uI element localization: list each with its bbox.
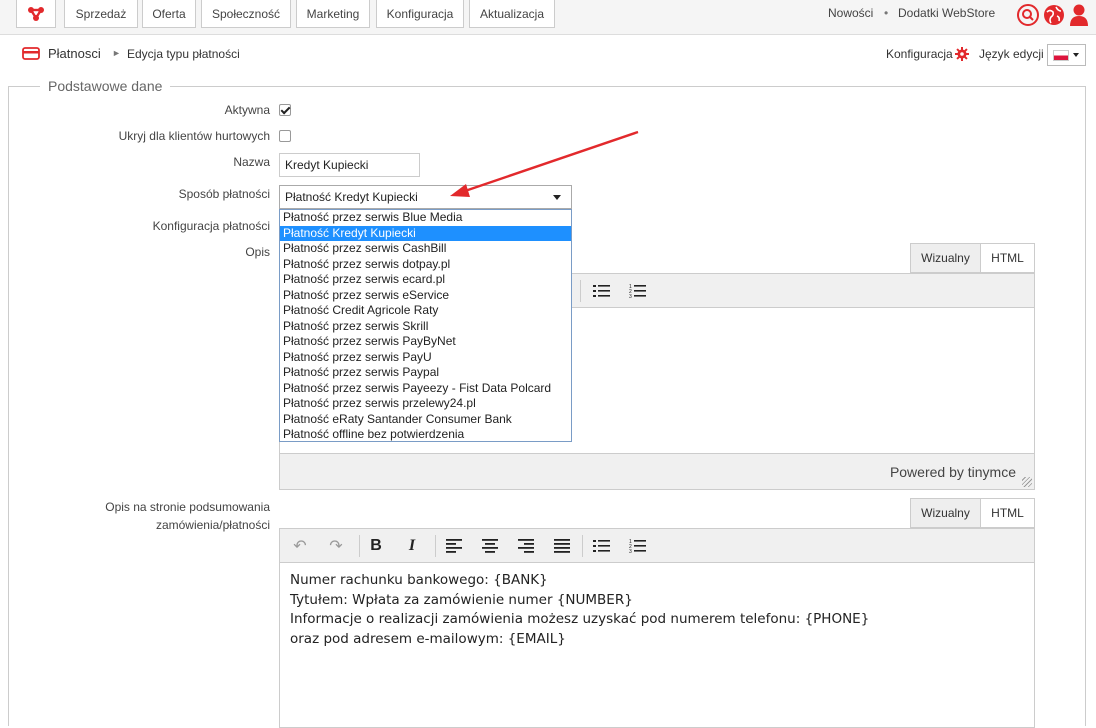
logo-button[interactable] xyxy=(16,0,56,28)
summary-line: Informacje o realizacji zamówienia możes… xyxy=(290,611,870,627)
nav-marketing[interactable]: Marketing xyxy=(296,0,370,28)
dropdown-option[interactable]: Płatność Credit Agricole Raty xyxy=(280,303,571,319)
nav-konfiguracja[interactable]: Konfiguracja xyxy=(376,0,464,28)
dropdown-option[interactable]: Płatność przez serwis dotpay.pl xyxy=(280,257,571,273)
summary-line: oraz pod adresem e-mailowym: {EMAIL} xyxy=(290,630,566,647)
resize-handle[interactable] xyxy=(1022,477,1032,487)
language-select[interactable] xyxy=(1047,44,1086,66)
align-justify-icon[interactable] xyxy=(550,535,574,557)
breadcrumb-page: Edycja typu płatności xyxy=(127,47,240,61)
top-navigation: Sprzedaż Oferta Społeczność Marketing Ko… xyxy=(0,0,1096,35)
dropdown-option[interactable]: Płatność przez serwis eService xyxy=(280,288,571,304)
active-label: Aktywna xyxy=(224,103,270,117)
hide-wholesale-label: Ukryj dla klientów hurtowych xyxy=(118,129,270,143)
dropdown-option[interactable]: Płatność przez serwis PayU xyxy=(280,350,571,366)
italic-icon[interactable]: I xyxy=(400,535,424,557)
config-link[interactable]: Konfiguracja xyxy=(886,47,953,61)
description-label: Opis xyxy=(245,245,270,259)
align-right-icon[interactable] xyxy=(514,535,538,557)
tab-visual[interactable]: Wizualny xyxy=(910,243,980,273)
globe-icon[interactable] xyxy=(1042,3,1066,27)
summary-editor-content[interactable]: Numer rachunku bankowego: {BANK} Tytułem… xyxy=(290,571,869,649)
tab-visual-summary[interactable]: Wizualny xyxy=(910,498,980,528)
redo-icon[interactable]: ↷ xyxy=(324,535,348,557)
tab-html[interactable]: HTML xyxy=(980,243,1035,273)
fieldset-legend: Podstawowe dane xyxy=(40,78,171,94)
dropdown-option[interactable]: Płatność przez serwis Skrill xyxy=(280,319,571,335)
news-link[interactable]: Nowości xyxy=(828,6,873,20)
summary-label-line1: Opis na stronie podsumowania xyxy=(105,500,270,514)
summary-line: Tytułem: Wpłata za zamówienie numer {NUM… xyxy=(290,591,633,608)
align-left-icon[interactable] xyxy=(442,535,466,557)
svg-text:3: 3 xyxy=(629,294,632,299)
nav-sprzedaz[interactable]: Sprzedaż xyxy=(64,0,138,28)
dropdown-option[interactable]: Płatność przez serwis Payeezy - Fist Dat… xyxy=(280,381,571,397)
payment-method-dropdown-list: Płatność przez serwis Blue Media Płatność… xyxy=(279,209,572,442)
language-label: Język edycji xyxy=(979,47,1044,61)
credit-card-icon xyxy=(22,47,40,60)
payment-config-label: Konfiguracja płatności xyxy=(152,219,270,233)
hide-wholesale-checkbox[interactable] xyxy=(279,130,291,142)
dropdown-option[interactable]: Płatność przez serwis ecard.pl xyxy=(280,272,571,288)
name-input[interactable] xyxy=(279,153,420,177)
dropdown-option[interactable]: Płatność przez serwis Paypal xyxy=(280,365,571,381)
summary-label-line2: zamówienia/płatności xyxy=(155,518,270,532)
summary-line: Numer rachunku bankowego: {BANK} xyxy=(290,572,548,588)
user-icon[interactable] xyxy=(1068,3,1090,27)
name-label: Nazwa xyxy=(233,155,270,169)
numbered-list-icon[interactable]: 123 xyxy=(626,280,650,302)
breadcrumb: Płatnosci ► Edycja typu płatności Konfig… xyxy=(0,36,1096,72)
top-separator: • xyxy=(884,6,889,20)
nav-oferta[interactable]: Oferta xyxy=(142,0,196,28)
summary-editor-toolbar: ↶ ↷ B I 123 xyxy=(280,529,1034,563)
annotation-arrow-icon xyxy=(450,130,639,197)
editor-statusbar: Powered by tinymce xyxy=(280,453,1034,489)
search-icon[interactable] xyxy=(1016,3,1040,27)
payment-method-label: Sposób płatności xyxy=(178,187,270,201)
summary-editor: ↶ ↷ B I 123 Numer rachunku bankowego: {B… xyxy=(279,528,1035,728)
poland-flag-icon xyxy=(1053,49,1069,61)
addons-link[interactable]: Dodatki WebStore xyxy=(898,6,995,20)
payment-method-value: Płatność Kredyt Kupiecki xyxy=(285,190,418,204)
dropdown-option[interactable]: Płatność Kredyt Kupiecki xyxy=(280,225,571,241)
undo-icon[interactable]: ↶ xyxy=(288,535,312,557)
dropdown-option[interactable]: Płatność przez serwis PayByNet xyxy=(280,334,571,350)
gear-icon[interactable] xyxy=(955,47,969,61)
description-editor-tabs: Wizualny HTML xyxy=(910,243,1035,273)
dropdown-option[interactable]: Płatność przez serwis Blue Media xyxy=(280,210,571,226)
nav-spolecznosc[interactable]: Społeczność xyxy=(201,0,291,28)
dropdown-option[interactable]: Płatność offline bez potwierdzenia xyxy=(280,427,571,443)
dropdown-option[interactable]: Płatność przez serwis przelewy24.pl xyxy=(280,396,571,412)
logo-icon xyxy=(28,6,44,21)
dropdown-option[interactable]: Płatność przez serwis CashBill xyxy=(280,241,571,257)
tab-html-summary[interactable]: HTML xyxy=(980,498,1035,528)
breadcrumb-section[interactable]: Płatnosci xyxy=(48,46,101,61)
bullet-list-icon[interactable] xyxy=(590,280,614,302)
top-icons xyxy=(1016,3,1090,27)
powered-by-text: Powered by tinymce xyxy=(889,464,1016,480)
breadcrumb-separator: ► xyxy=(112,48,121,58)
active-checkbox[interactable] xyxy=(279,104,291,116)
dropdown-option[interactable]: Płatność eRaty Santander Consumer Bank xyxy=(280,412,571,428)
chevron-down-icon xyxy=(1073,53,1079,57)
svg-text:3: 3 xyxy=(629,549,632,554)
align-center-icon[interactable] xyxy=(478,535,502,557)
numbered-list-icon[interactable]: 123 xyxy=(626,535,650,557)
nav-aktualizacja[interactable]: Aktualizacja xyxy=(469,0,555,28)
summary-editor-tabs: Wizualny HTML xyxy=(910,498,1035,528)
bold-icon[interactable]: B xyxy=(364,535,388,557)
bullet-list-icon[interactable] xyxy=(590,535,614,557)
